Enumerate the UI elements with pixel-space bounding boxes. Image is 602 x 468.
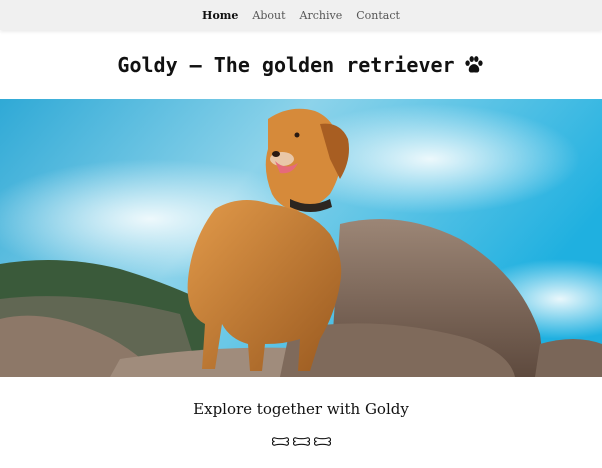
paw-icon bbox=[464, 55, 483, 73]
section-subtitle: Explore together with Goldy bbox=[193, 400, 409, 418]
nav-link-archive[interactable]: Archive bbox=[300, 9, 343, 22]
nav-link-about[interactable]: About bbox=[252, 9, 285, 22]
bone-icon bbox=[271, 437, 289, 446]
bone-divider bbox=[0, 436, 602, 450]
bone-icon bbox=[313, 437, 331, 446]
bone-icon bbox=[292, 437, 310, 446]
nav-link-home[interactable]: Home bbox=[202, 9, 238, 22]
top-navigation: Home About Archive Contact bbox=[0, 0, 602, 30]
nav-link-contact[interactable]: Contact bbox=[356, 9, 400, 22]
hero-image bbox=[0, 99, 602, 377]
site-header: Goldy – The golden retriever bbox=[0, 30, 602, 99]
golden-retriever-photo bbox=[0, 99, 602, 377]
site-title: Goldy – The golden retriever bbox=[117, 52, 455, 77]
